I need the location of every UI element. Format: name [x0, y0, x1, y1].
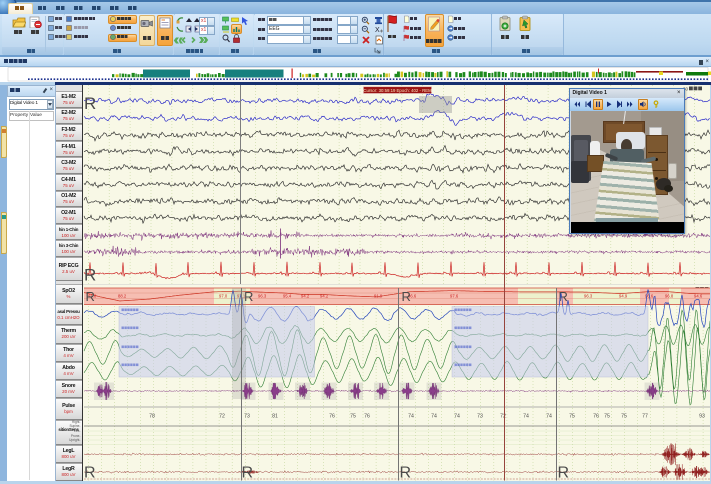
svg-text:R: R	[84, 94, 96, 113]
svg-text:74: 74	[523, 413, 529, 419]
svg-text:76: 76	[364, 413, 370, 419]
svg-text:76: 76	[329, 413, 335, 419]
svg-text:R: R	[400, 464, 412, 481]
svg-text:94.9: 94.9	[619, 293, 628, 298]
svg-text:97.0: 97.0	[219, 293, 228, 298]
svg-text:R: R	[402, 289, 411, 304]
svg-text:R: R	[242, 464, 254, 481]
svg-text:72: 72	[500, 413, 506, 419]
svg-text:78: 78	[149, 413, 155, 419]
svg-text:77: 77	[642, 413, 648, 419]
svg-text:97.6: 97.6	[450, 293, 459, 298]
svg-text:X: X	[375, 27, 380, 34]
svg-text:76: 76	[593, 413, 599, 419]
svg-text:R: R	[84, 464, 96, 481]
svg-text:73: 73	[244, 413, 250, 419]
svg-text:72: 72	[219, 413, 225, 419]
svg-text:93: 93	[699, 413, 705, 419]
svg-text:Cursor: 30:59:19 Epoch: 402 -: Cursor: 30:59:19 Epoch: 402 - REM	[363, 87, 432, 92]
svg-text:75: 75	[569, 413, 575, 419]
svg-text:96.8: 96.8	[665, 293, 674, 298]
svg-text:94.2: 94.2	[301, 293, 310, 298]
svg-text:75: 75	[621, 413, 627, 419]
svg-text:73: 73	[477, 413, 483, 419]
svg-text:91.9: 91.9	[374, 293, 383, 298]
svg-text:74: 74	[454, 413, 460, 419]
svg-text:74: 74	[431, 413, 437, 419]
svg-text:81: 81	[272, 413, 278, 419]
svg-text:74: 74	[546, 413, 552, 419]
svg-text:R: R	[558, 464, 570, 481]
svg-text:75: 75	[350, 413, 356, 419]
svg-text:R: R	[86, 289, 95, 304]
svg-text:96.3: 96.3	[584, 293, 593, 298]
svg-text:95.4: 95.4	[283, 293, 292, 298]
svg-text:96.3: 96.3	[258, 293, 267, 298]
svg-text:74: 74	[408, 413, 414, 419]
svg-text:94.6: 94.6	[694, 293, 703, 298]
svg-text:75: 75	[604, 413, 610, 419]
svg-text:94.2: 94.2	[320, 293, 329, 298]
svg-text:R: R	[84, 265, 96, 284]
svg-text:88.2: 88.2	[118, 293, 127, 298]
